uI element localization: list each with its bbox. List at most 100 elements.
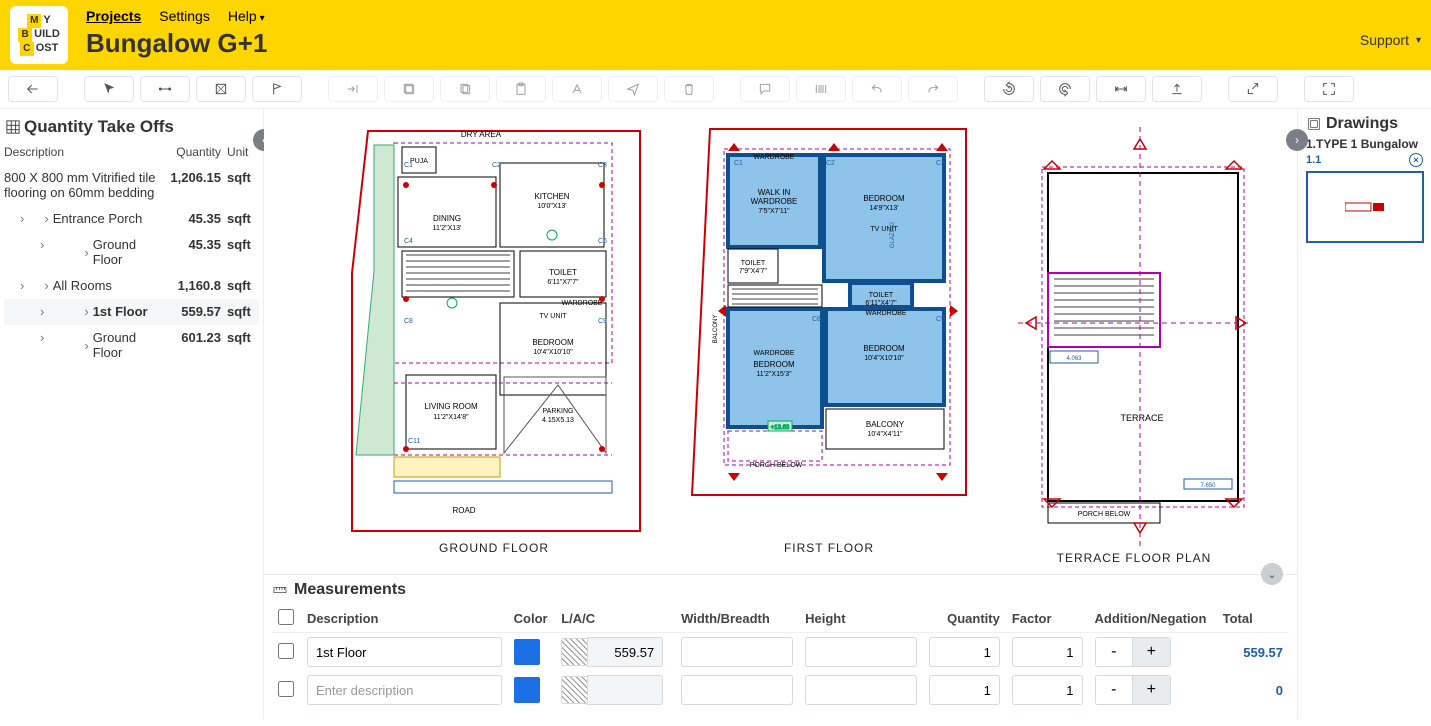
row-qty-input[interactable] — [929, 637, 1000, 667]
qto-header-unit: Unit — [221, 145, 255, 159]
tool-flag[interactable] — [252, 76, 302, 102]
tool-delete[interactable] — [664, 76, 714, 102]
top-nav: Projects Settings Help — [86, 8, 267, 24]
row-factor-input[interactable] — [1012, 637, 1083, 667]
nav-projects[interactable]: Projects — [86, 8, 141, 24]
svg-text:14'9"X13': 14'9"X13' — [869, 205, 898, 212]
row-lac-input[interactable] — [587, 675, 663, 705]
addition-button[interactable]: + — [1133, 638, 1170, 666]
row-width-input[interactable] — [681, 637, 793, 667]
qto-row[interactable]: All Rooms1,160.8sqft — [4, 273, 259, 299]
upload-button[interactable] — [1152, 76, 1202, 102]
nav-settings[interactable]: Settings — [159, 8, 210, 24]
tool-send[interactable] — [608, 76, 658, 102]
svg-text:TOILET: TOILET — [549, 268, 577, 277]
row-description-input[interactable] — [307, 675, 502, 705]
negation-button[interactable]: - — [1096, 676, 1134, 704]
drawings-sheet[interactable]: 1.1 — [1306, 154, 1321, 166]
svg-text:ROAD: ROAD — [452, 506, 475, 515]
negation-button[interactable]: - — [1096, 638, 1134, 666]
plan-first-floor[interactable]: WALK IN WARDROBE 7'5"X7'11" BEDROOM 14'9… — [684, 123, 974, 570]
qto-row[interactable]: Ground Floor45.35sqft — [4, 232, 259, 273]
svg-text:C6: C6 — [598, 238, 607, 245]
row-checkbox[interactable] — [278, 643, 294, 659]
svg-text:C8: C8 — [812, 316, 821, 323]
mh-desc: Description — [301, 605, 508, 633]
tool-paste[interactable] — [496, 76, 546, 102]
qto-row[interactable]: Ground Floor601.23sqft — [4, 325, 259, 366]
addition-button[interactable]: + — [1133, 676, 1170, 704]
rotate-cw-button[interactable] — [1040, 76, 1090, 102]
support-menu[interactable]: Support — [1360, 32, 1421, 48]
svg-text:11'2"X14'8": 11'2"X14'8" — [433, 414, 469, 421]
row-height-input[interactable] — [805, 675, 917, 705]
ruler-icon — [272, 582, 288, 598]
tool-copy-stack[interactable] — [440, 76, 490, 102]
row-qty-input[interactable] — [929, 675, 1000, 705]
row-color-swatch[interactable] — [514, 639, 540, 665]
plan-terrace[interactable]: 4.063 TERRACE PORCH BELOW 7.650 TERRACE … — [1014, 123, 1254, 570]
tool-area[interactable] — [196, 76, 246, 102]
drawing-thumbnail[interactable] — [1306, 171, 1424, 243]
svg-text:GLAZING: GLAZING — [890, 222, 896, 249]
collapse-right-icon[interactable]: › — [1286, 129, 1308, 151]
qto-row[interactable]: 1st Floor559.57sqft — [4, 299, 259, 325]
tool-arrow-in[interactable] — [328, 76, 378, 102]
svg-text:PORCH BELOW: PORCH BELOW — [1078, 511, 1131, 518]
project-title: Bungalow G+1 — [86, 28, 267, 59]
plan-label-first: FIRST FLOOR — [684, 541, 974, 555]
svg-text:BEDROOM: BEDROOM — [863, 344, 905, 353]
svg-text:+13.63: +13.63 — [771, 425, 790, 431]
rotate-ccw-button[interactable] — [984, 76, 1034, 102]
back-button[interactable] — [8, 76, 58, 102]
qto-row[interactable]: 800 X 800 mm Vitrified tile flooring on … — [4, 165, 259, 206]
tool-text[interactable] — [552, 76, 602, 102]
svg-text:C2: C2 — [492, 162, 501, 169]
fullscreen-button[interactable] — [1304, 76, 1354, 102]
row-description-input[interactable] — [307, 637, 502, 667]
row-width-input[interactable] — [681, 675, 793, 705]
tool-pointer[interactable] — [84, 76, 134, 102]
close-sheet-icon[interactable]: × — [1409, 153, 1423, 167]
drawings-project[interactable]: 1.TYPE 1 Bungalow — [1306, 137, 1423, 151]
mh-h: Height — [799, 605, 923, 633]
collapse-measurements-icon[interactable]: ⌄ — [1261, 563, 1283, 585]
svg-text:C9: C9 — [598, 318, 607, 325]
row-height-input[interactable] — [805, 637, 917, 667]
mh-wb: Width/Breadth — [675, 605, 799, 633]
row-plus-minus: - + — [1095, 637, 1171, 667]
mh-factor: Factor — [1006, 605, 1089, 633]
plan-ground-floor[interactable]: DINING 11'2"X13' KITCHEN 10'0"X13' PUJA … — [344, 123, 644, 570]
row-color-swatch[interactable] — [514, 677, 540, 703]
scale-button[interactable] — [1096, 76, 1146, 102]
mh-total: Total — [1217, 605, 1289, 633]
app-logo: MY BUILD COST — [10, 6, 68, 64]
svg-text:7.650: 7.650 — [1200, 483, 1216, 489]
qto-title: Quantity Take Offs — [4, 115, 259, 145]
row-lac-input[interactable] — [587, 637, 663, 667]
svg-text:C4: C4 — [404, 238, 413, 245]
qto-row[interactable]: Entrance Porch45.35sqft — [4, 206, 259, 232]
tool-copy[interactable] — [384, 76, 434, 102]
row-checkbox[interactable] — [278, 681, 294, 697]
svg-text:10'4"X10'10": 10'4"X10'10" — [864, 355, 904, 362]
undo-button[interactable] — [852, 76, 902, 102]
svg-text:6'11"X4'7": 6'11"X4'7" — [865, 300, 897, 307]
tool-barcode[interactable] — [796, 76, 846, 102]
drawing-canvas[interactable]: DINING 11'2"X13' KITCHEN 10'0"X13' PUJA … — [264, 109, 1297, 719]
export-button[interactable] — [1228, 76, 1278, 102]
row-factor-input[interactable] — [1012, 675, 1083, 705]
row-plus-minus: - + — [1095, 675, 1171, 705]
svg-text:TV UNIT: TV UNIT — [539, 313, 567, 320]
nav-help[interactable]: Help — [228, 8, 265, 24]
lac-type-icon[interactable] — [561, 638, 587, 666]
lac-type-icon[interactable] — [561, 676, 587, 704]
redo-button[interactable] — [908, 76, 958, 102]
select-all-checkbox[interactable] — [278, 609, 294, 625]
svg-text:10'0"X13': 10'0"X13' — [537, 203, 566, 210]
tool-comment[interactable] — [740, 76, 790, 102]
tool-line[interactable] — [140, 76, 190, 102]
plan-label-terrace: TERRACE FLOOR PLAN — [1014, 551, 1254, 565]
svg-text:KITCHEN: KITCHEN — [534, 192, 569, 201]
mh-lac: L/A/C — [555, 605, 675, 633]
